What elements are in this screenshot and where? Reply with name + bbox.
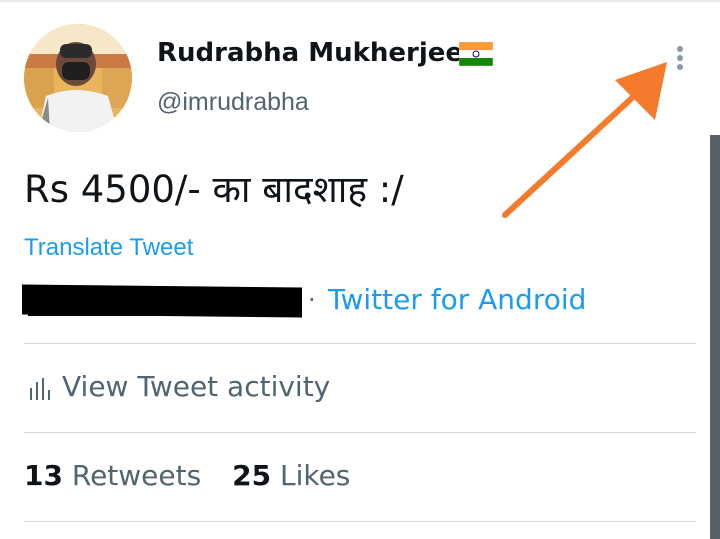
retweets-count: 13 — [24, 459, 63, 492]
redacted-timestamp-part — [28, 300, 298, 316]
avatar[interactable] — [24, 24, 132, 132]
divider — [24, 521, 696, 522]
retweets-label: Retweets — [71, 459, 202, 492]
meta-separator: · — [308, 286, 316, 314]
view-tweet-activity-link[interactable]: View Tweet activity — [62, 370, 330, 403]
engagement-stats: 13 Retweets 25 Likes — [24, 459, 350, 492]
retweets-stat[interactable]: 13 Retweets — [24, 459, 201, 492]
likes-stat[interactable]: 25 Likes — [232, 459, 350, 492]
likes-count: 25 — [232, 459, 272, 492]
likes-label: Likes — [279, 459, 351, 492]
display-name[interactable]: Rudrabha Mukherjee — [157, 38, 463, 68]
divider — [24, 343, 696, 344]
avatar-image — [24, 24, 132, 132]
tweet-text: Rs 4500/- का बादशाह :/ — [24, 168, 404, 211]
analytics-bars-icon — [30, 378, 50, 400]
divider — [24, 432, 696, 433]
scrollbar[interactable] — [710, 135, 720, 539]
tweet-source-link[interactable]: Twitter for Android — [328, 283, 586, 316]
india-flag-icon — [459, 42, 493, 66]
user-handle[interactable]: @imrudrabha — [157, 88, 309, 117]
translate-tweet-link[interactable]: Translate Tweet — [24, 234, 193, 262]
top-divider — [0, 0, 720, 2]
annotation-arrow-icon — [502, 62, 667, 218]
